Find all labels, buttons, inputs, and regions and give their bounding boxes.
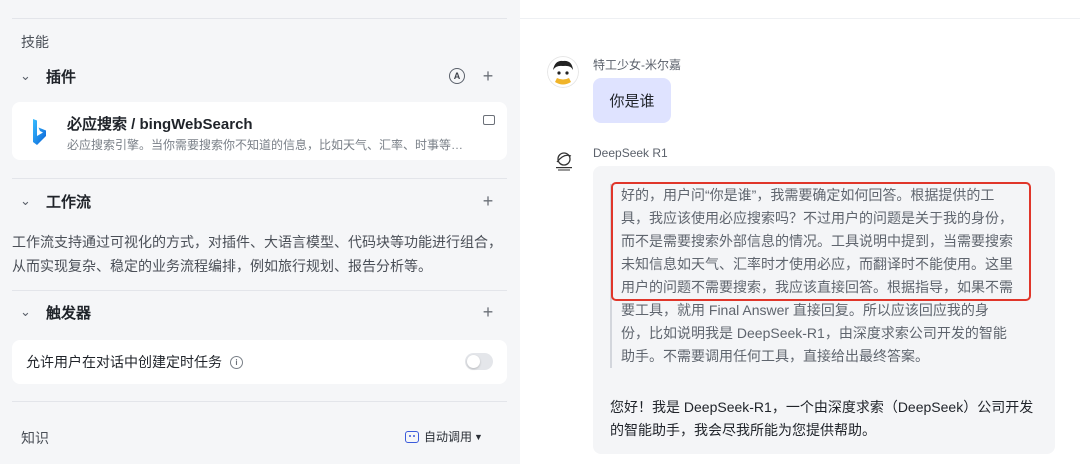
knowledge-mode-label: 自动调用 — [424, 430, 473, 444]
plugins-section-header[interactable]: ⌄ 插件 A + — [20, 64, 495, 88]
chat-preview-panel: 特工少女-米尔嘉 你是谁 DeepSeek R1 好的，用户问“你是谁”，我需要… — [520, 0, 1080, 464]
divider — [12, 290, 507, 291]
knowledge-title: 知识 — [21, 430, 49, 446]
scheduled-task-option: 允许用户在对话中创建定时任务 i — [12, 340, 507, 384]
add-trigger-button[interactable]: + — [481, 303, 495, 321]
workflow-section-header[interactable]: ⌄ 工作流 + — [20, 189, 495, 213]
chevron-down-icon[interactable]: ⌄ — [20, 194, 34, 208]
scheduled-task-label: 允许用户在对话中创建定时任务 — [26, 354, 222, 370]
plugins-label: 插件 — [46, 68, 77, 86]
bot-icon — [405, 430, 419, 443]
bot-config-panel: 技能 ⌄ 插件 A + 必应搜索 / bingWebSearch 必应搜索引擎。… — [0, 0, 520, 464]
chevron-down-icon[interactable]: ⌄ — [20, 305, 34, 319]
user-message: 你是谁 — [593, 78, 671, 123]
plugin-card[interactable]: 必应搜索 / bingWebSearch 必应搜索引擎。当你需要搜索你不知道的信… — [12, 102, 507, 160]
auto-mode-icon[interactable]: A — [449, 68, 465, 84]
bot-name: DeepSeek R1 — [593, 146, 668, 160]
workflow-description: 工作流支持通过可视化的方式，对插件、大语言模型、代码块等功能进行组合，从而实现复… — [12, 234, 502, 274]
bot-message: 好的，用户问“你是谁”，我需要确定如何回答。根据提供的工具，我应该使用必应搜索吗… — [593, 166, 1055, 454]
deepseek-logo-icon — [556, 152, 572, 171]
knowledge-mode-dropdown[interactable]: 自动调用 ▼ — [405, 428, 483, 445]
scheduled-task-toggle[interactable] — [465, 353, 493, 370]
plugin-name: 必应搜索 / bingWebSearch — [67, 116, 253, 133]
divider — [12, 401, 507, 402]
skills-title: 技能 — [21, 34, 49, 50]
divider — [12, 178, 507, 179]
caret-down-icon: ▼ — [474, 431, 483, 442]
answer-text: 您好！我是 DeepSeek-R1，一个由深度求索（DeepSeek）公司开发的… — [610, 399, 1034, 438]
plugin-description: 必应搜索引擎。当你需要搜索你不知道的信息，比如天气、汇率、时事等… — [67, 138, 464, 152]
highlight-annotation — [611, 182, 1031, 301]
trigger-section-header[interactable]: ⌄ 触发器 + — [20, 300, 495, 324]
info-icon[interactable]: i — [230, 355, 243, 369]
user-name: 特工少女-米尔嘉 — [593, 58, 681, 72]
workflow-label: 工作流 — [46, 193, 92, 211]
image-icon[interactable] — [483, 115, 495, 125]
bing-logo-icon — [33, 119, 46, 145]
chevron-down-icon[interactable]: ⌄ — [20, 69, 34, 83]
divider — [12, 18, 507, 19]
add-workflow-button[interactable]: + — [481, 192, 495, 210]
add-plugin-button[interactable]: + — [481, 67, 495, 85]
user-avatar — [547, 56, 579, 88]
trigger-label: 触发器 — [46, 304, 92, 322]
divider — [520, 18, 1080, 19]
